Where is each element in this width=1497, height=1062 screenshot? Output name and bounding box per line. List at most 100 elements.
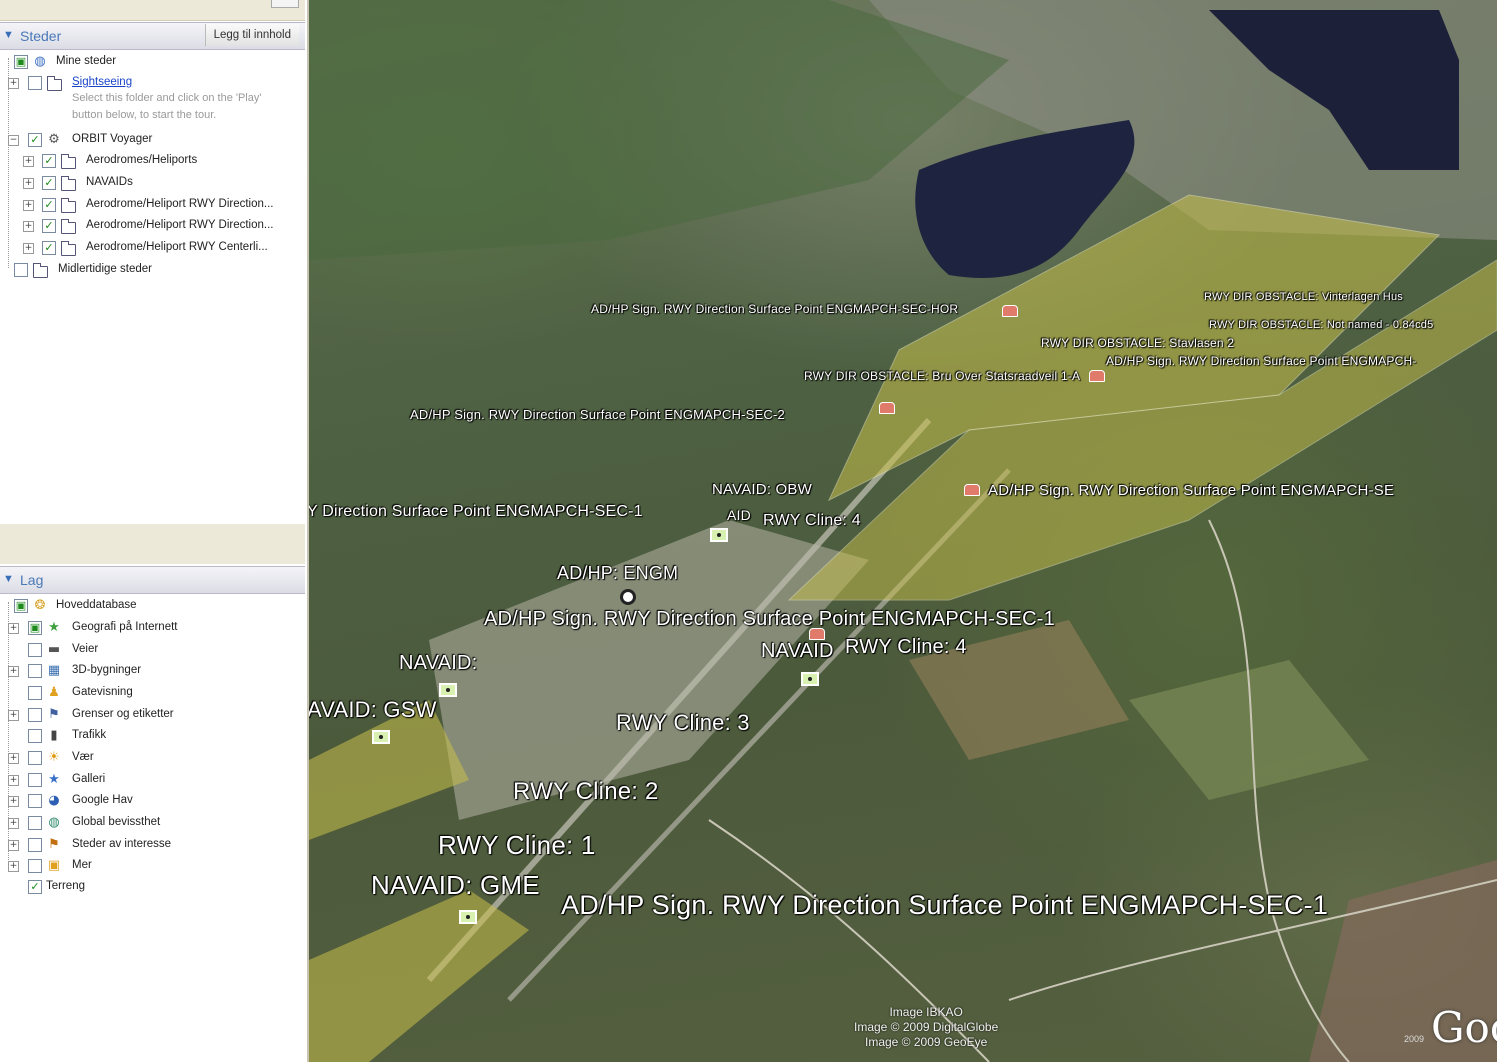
map-label[interactable]: AVAID: GSW [309,697,437,723]
expand-icon[interactable]: + [8,78,19,89]
checkbox[interactable] [28,729,42,743]
folder-icon [60,198,76,214]
places-panel-title: Steder [20,28,62,44]
checkbox[interactable]: ▣ [14,55,28,69]
folder-icon [60,241,76,257]
expand-icon[interactable]: + [8,666,19,677]
map-label[interactable]: AD/HP Sign. RWY Direction Surface Point … [410,407,785,422]
tree-guide-line [8,602,9,872]
checkbox[interactable]: ✓ [42,198,56,212]
toolbar-button[interactable] [271,0,299,8]
map-label[interactable]: RWY DIR OBSTACLE: Not named - 0.84cd5 [1209,319,1433,331]
expand-icon[interactable]: + [23,200,34,211]
aerodrome-marker-icon[interactable] [620,589,636,605]
map-label[interactable]: NAVAID [761,640,834,663]
navaid-marker-icon[interactable] [439,683,457,697]
tree-item-label[interactable]: Sightseeing [72,76,132,88]
map-label[interactable]: AD/HP Sign. RWY Direction Surface Point … [591,302,958,316]
map-label[interactable]: RWY DIR OBSTACLE: Vinterlagen Hus [1204,291,1403,303]
checkbox[interactable] [28,751,42,765]
navaid-marker-icon[interactable] [801,672,819,686]
checkbox[interactable] [28,859,42,873]
checkbox[interactable]: ✓ [42,176,56,190]
map-label[interactable]: NAVAID: OBW [712,481,812,498]
map-label[interactable]: RWY DIR OBSTACLE: Stavlasen 2 [1041,336,1234,350]
map-label[interactable]: RWY Cline: 4 [845,636,967,659]
layer-label: Trafikk [72,729,107,741]
checkbox[interactable] [28,664,42,678]
checkbox[interactable] [28,643,42,657]
pegman-icon: ♟ [48,685,60,700]
map-label[interactable]: AD/HP: ENGM [557,563,678,584]
expand-icon[interactable]: + [8,818,19,829]
checkbox[interactable]: ✓ [42,241,56,255]
folder-icon [32,263,48,279]
map-label[interactable]: RWY Cline: 4 [763,512,861,530]
checkbox[interactable] [28,76,42,90]
checkbox[interactable]: ✓ [28,133,42,147]
map-label[interactable]: AD/HP Sign. RWY Direction Surface Point … [988,482,1394,499]
folder-icon [60,154,76,170]
map-label[interactable]: RWY Cline: 1 [438,830,596,861]
map-label[interactable]: RWY DIR OBSTACLE: Bru Over Statsraadveil… [804,369,1080,383]
map-view[interactable]: AD/HP Sign. RWY Direction Surface Point … [309,0,1497,1062]
collapse-icon[interactable]: − [8,135,19,146]
panel-splitter[interactable] [0,524,305,564]
tree-item-label: Mine steder [56,55,117,67]
map-label[interactable]: RWY Cline: 2 [513,778,659,806]
places-panel-header[interactable]: ▼ Steder Legg til innhold [0,22,305,50]
expand-icon[interactable]: + [8,840,19,851]
map-label[interactable]: RWY Cline: 3 [616,710,750,736]
collapse-triangle-icon[interactable]: ▼ [3,573,14,585]
expand-icon[interactable]: + [23,243,34,254]
obstacle-marker-icon[interactable] [1089,370,1105,382]
expand-icon[interactable]: + [23,221,34,232]
star-icon: ★ [48,772,60,787]
navaid-marker-icon[interactable] [710,528,728,542]
checkbox[interactable]: ▣ [14,599,28,613]
map-label[interactable]: AD/HP Sign. RWY Direction Surface Point … [1106,354,1417,368]
navaid-marker-icon[interactable] [459,910,477,924]
expand-icon[interactable]: + [8,861,19,872]
obstacle-marker-icon[interactable] [879,402,895,414]
toolbar-strip [0,0,305,21]
checkbox[interactable]: ✓ [42,219,56,233]
checkbox[interactable] [28,708,42,722]
expand-icon[interactable]: + [8,796,19,807]
expand-icon[interactable]: + [8,710,19,721]
checkbox[interactable] [14,263,28,277]
globe-icon: ◍ [34,54,46,69]
checkbox[interactable] [28,773,42,787]
checkbox[interactable]: ▣ [28,621,42,635]
database-icon: ❂ [34,598,46,613]
checkbox[interactable] [28,816,42,830]
expand-icon[interactable]: + [23,156,34,167]
layers-panel-header[interactable]: ▼ Lag [0,566,305,594]
map-label[interactable]: AD/HP Sign. RWY Direction Surface Point … [484,608,1055,631]
checkbox[interactable] [28,838,42,852]
obstacle-marker-icon[interactable] [1002,305,1018,317]
map-label[interactable]: NAVAID: [399,652,477,675]
folder-icon [46,76,62,92]
map-label[interactable]: AD/HP Sign. RWY Direction Surface Point … [561,890,1328,921]
more-folder-icon: ▣ [47,858,61,873]
folder-icon [60,176,76,192]
tree-guide-line [8,58,9,268]
navaid-marker-icon[interactable] [372,730,390,744]
map-label[interactable]: Y Direction Surface Point ENGMAPCH-SEC-1 [309,503,643,521]
checkbox[interactable] [28,686,42,700]
map-label[interactable]: NAVAID: GME [371,870,540,901]
obstacle-marker-icon[interactable] [964,484,980,496]
traffic-light-icon: ▮ [50,728,58,743]
checkbox[interactable]: ✓ [28,880,42,894]
layer-label: Grenser og etiketter [72,708,174,720]
expand-icon[interactable]: + [8,753,19,764]
expand-icon[interactable]: + [8,775,19,786]
checkbox[interactable]: ✓ [42,154,56,168]
checkbox[interactable] [28,794,42,808]
expand-icon[interactable]: + [8,623,19,634]
collapse-triangle-icon[interactable]: ▼ [3,29,14,41]
map-label[interactable]: AID [727,507,751,523]
expand-icon[interactable]: + [23,178,34,189]
add-content-button[interactable]: Legg til innhold [204,24,299,46]
